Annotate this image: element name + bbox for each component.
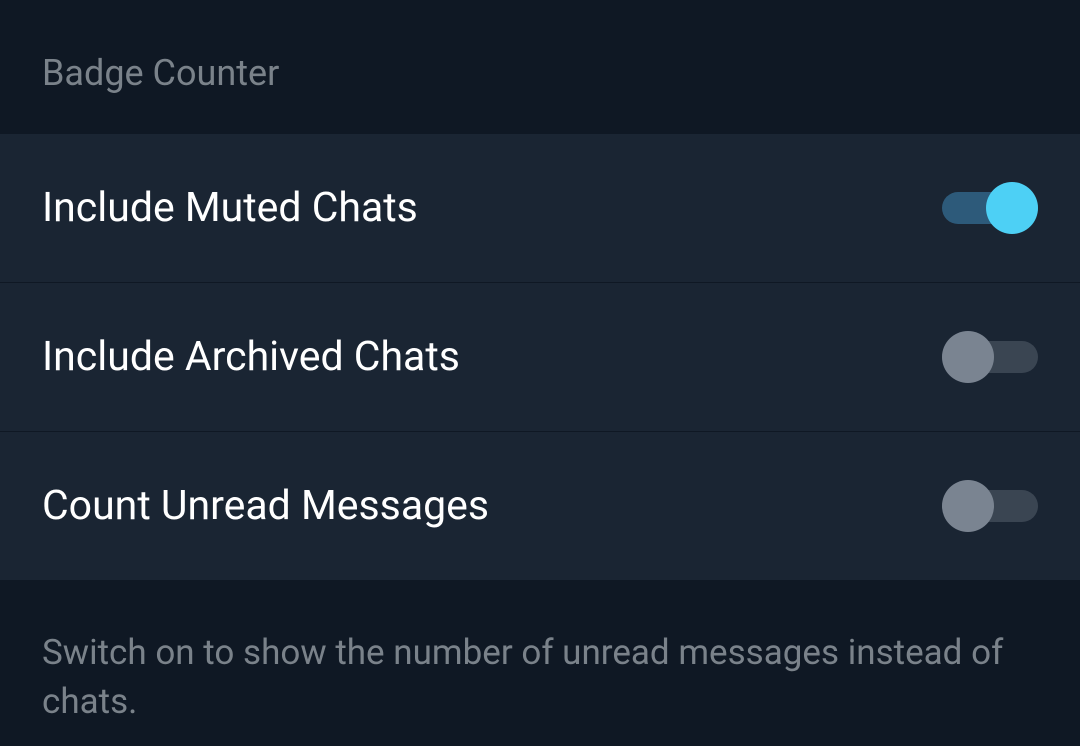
section-footer: Switch on to show the number of unread m…	[0, 580, 1080, 746]
setting-row-include-muted-chats[interactable]: Include Muted Chats	[0, 134, 1080, 283]
toggle-include-muted-chats[interactable]	[942, 182, 1038, 234]
toggle-thumb	[986, 182, 1038, 234]
setting-row-include-archived-chats[interactable]: Include Archived Chats	[0, 283, 1080, 432]
setting-row-count-unread-messages[interactable]: Count Unread Messages	[0, 432, 1080, 580]
section-footer-description: Switch on to show the number of unread m…	[42, 628, 1038, 726]
toggle-thumb	[942, 331, 994, 383]
setting-label: Count Unread Messages	[42, 482, 489, 530]
toggle-include-archived-chats[interactable]	[942, 331, 1038, 383]
setting-label: Include Muted Chats	[42, 184, 418, 232]
toggle-count-unread-messages[interactable]	[942, 480, 1038, 532]
section-header-title: Badge Counter	[42, 52, 1038, 94]
section-header: Badge Counter	[0, 0, 1080, 134]
settings-list: Include Muted Chats Include Archived Cha…	[0, 134, 1080, 580]
toggle-thumb	[942, 480, 994, 532]
setting-label: Include Archived Chats	[42, 333, 460, 381]
